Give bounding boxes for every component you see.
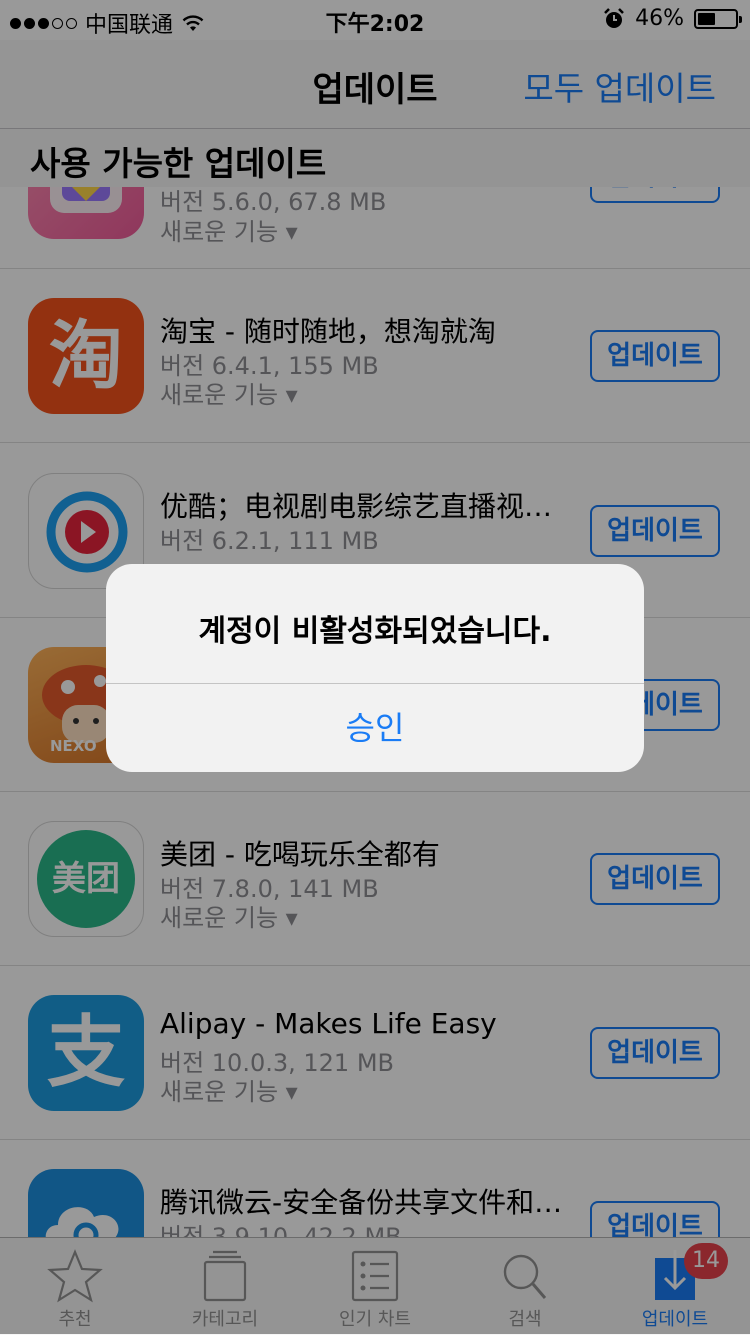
alert-dialog: 계정이 비활성화되었습니다. 승인: [106, 564, 644, 772]
alert-message: 계정이 비활성화되었습니다.: [198, 614, 552, 649]
alert-ok-button[interactable]: 승인: [106, 684, 644, 772]
